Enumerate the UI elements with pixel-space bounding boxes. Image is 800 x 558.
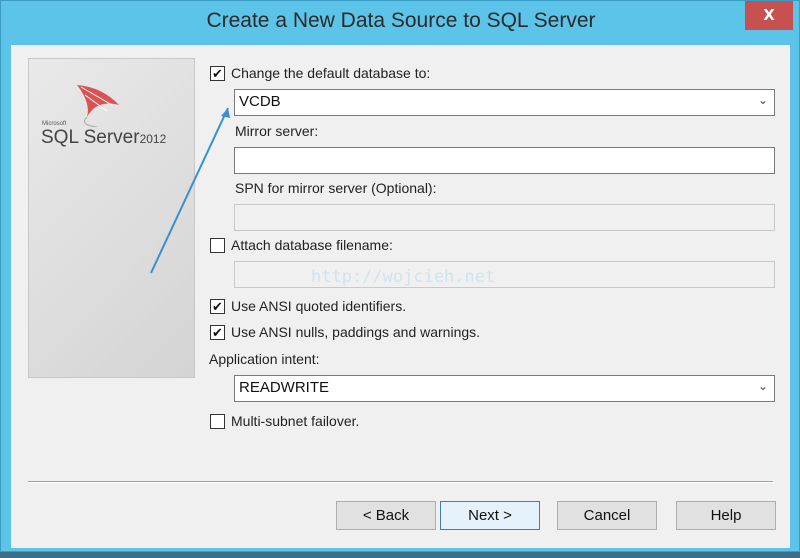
mirror-server-label: Mirror server: [235,123,319,139]
back-button[interactable]: < Back [336,501,436,530]
sql-server-icon [77,85,119,127]
default-database-value: VCDB [239,93,281,110]
multi-subnet-checkbox[interactable] [210,414,225,429]
app-intent-value: READWRITE [239,379,329,396]
watermark: http://wojcieh.net [311,267,496,287]
change-db-checkbox[interactable]: ✔ [210,66,225,81]
change-db-label: Change the default database to: [231,65,431,81]
spn-label: SPN for mirror server (Optional): [235,180,437,196]
annotation-arrow-icon [150,107,230,274]
chevron-down-icon: ⌄ [757,379,768,393]
close-button[interactable]: X [745,1,793,30]
logo-product-name: SQL Server [41,127,140,148]
multi-subnet-label: Multi-subnet failover. [231,413,360,429]
window-title: Create a New Data Source to SQL Server [206,9,596,32]
attach-db-label: Attach database filename: [231,237,393,253]
dialog-client: Microsoft SQL Server2012 ✔ Change the de… [11,45,790,548]
app-intent-select[interactable]: READWRITE ⌄ [234,375,775,402]
app-intent-label: Application intent: [209,351,320,367]
help-button[interactable]: Help [676,501,776,530]
next-button[interactable]: Next > [440,501,540,530]
spn-input[interactable] [234,204,775,231]
ansi-nulls-label: Use ANSI nulls, paddings and warnings. [231,324,481,340]
default-database-select[interactable]: VCDB ⌄ [234,89,775,116]
chevron-down-icon: ⌄ [757,93,768,107]
ansi-quoted-checkbox[interactable]: ✔ [210,299,225,314]
mirror-server-input[interactable] [234,147,775,174]
ansi-quoted-label: Use ANSI quoted identifiers. [231,298,407,314]
cancel-button[interactable]: Cancel [557,501,657,530]
separator [28,481,773,483]
dialog-window: Create a New Data Source to SQL Server X… [0,0,800,552]
ansi-nulls-checkbox[interactable]: ✔ [210,325,225,340]
